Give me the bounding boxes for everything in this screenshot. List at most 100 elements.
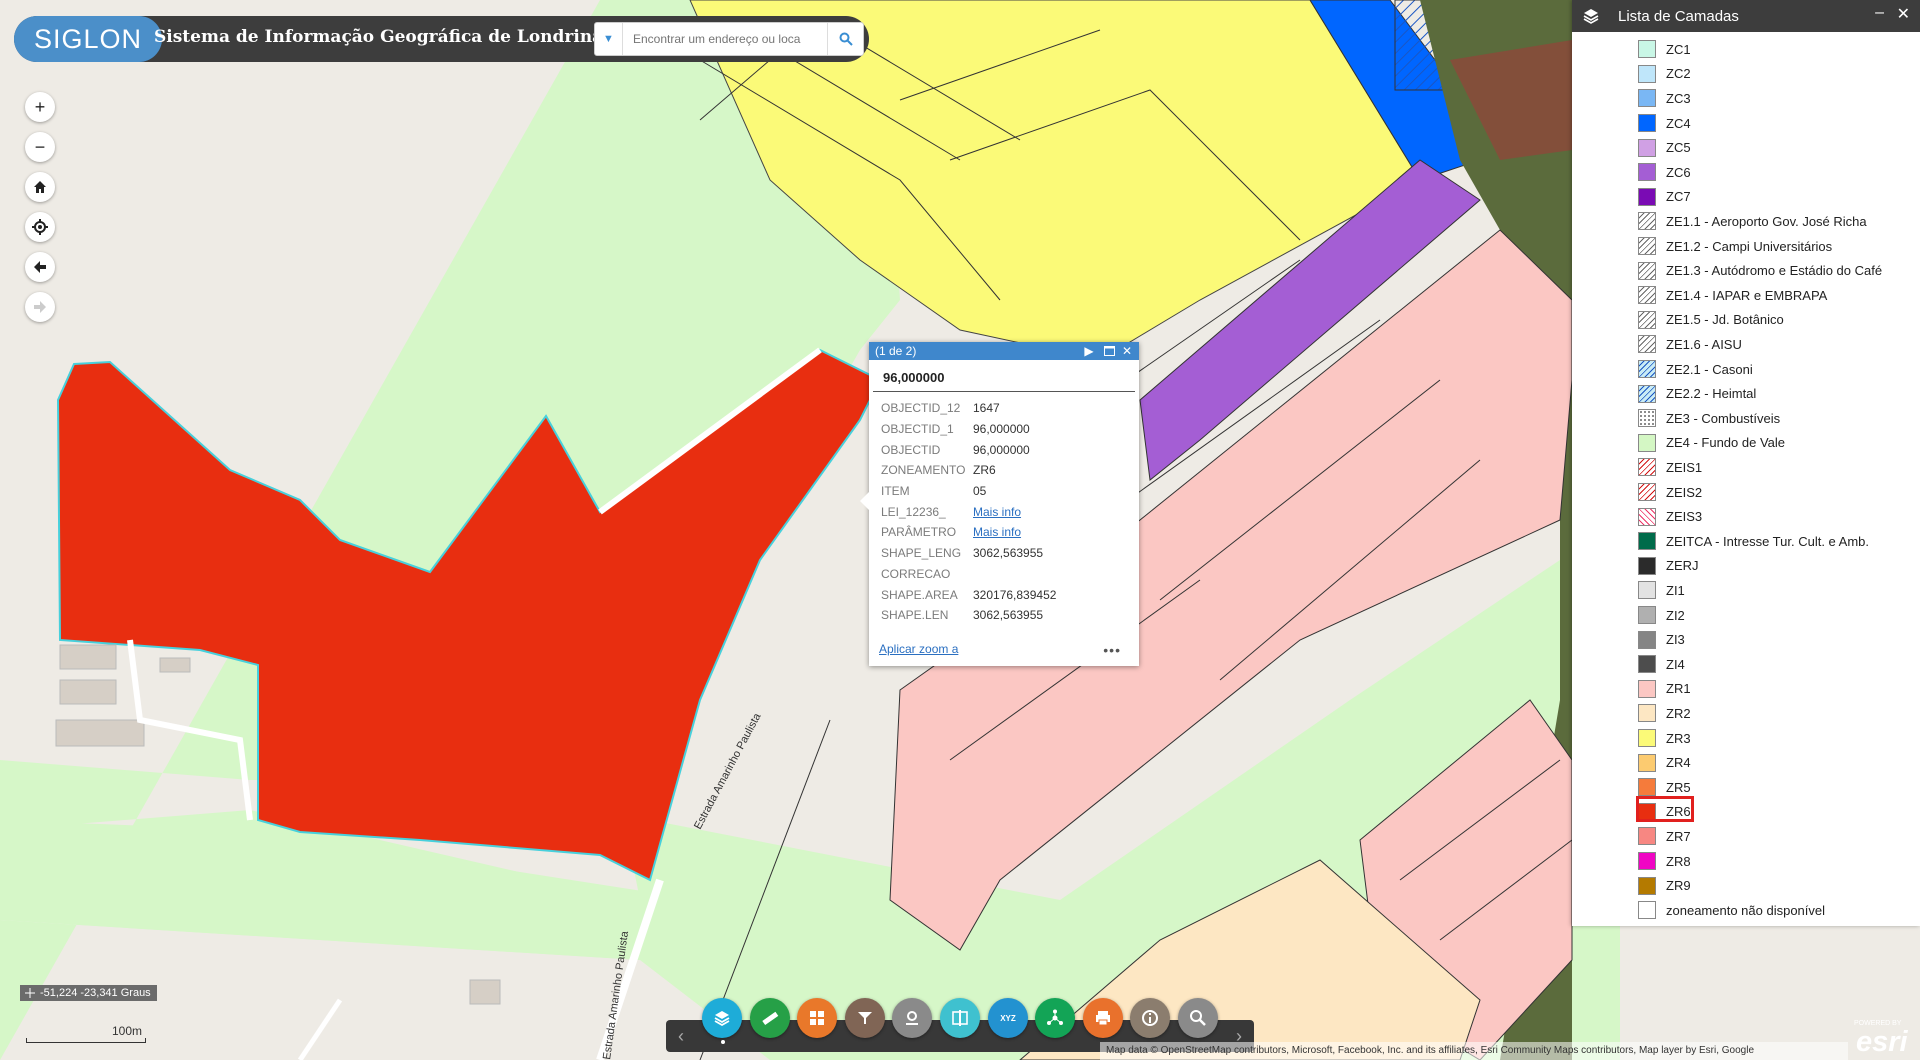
filter-tool[interactable] bbox=[844, 998, 885, 1038]
legend-item[interactable]: ZR2 bbox=[1638, 701, 1691, 726]
legend-swatch bbox=[1638, 581, 1656, 600]
legend-item[interactable]: ZERJ bbox=[1638, 554, 1699, 579]
my-location-button[interactable] bbox=[25, 212, 55, 242]
search-source-dropdown[interactable]: ▼ bbox=[595, 23, 623, 55]
layer-panel-title: Lista de Camadas bbox=[1618, 7, 1739, 25]
legend-item[interactable]: ZE1.3 - Autódromo e Estádio do Café bbox=[1638, 258, 1882, 283]
legend-item[interactable]: ZEIS2 bbox=[1638, 480, 1702, 505]
popup-field-row: SHAPE.LEN 3062,563955 bbox=[881, 605, 1127, 626]
panel-close-button[interactable]: ✕ bbox=[1897, 4, 1910, 24]
measure-tool[interactable] bbox=[749, 998, 790, 1038]
legend-item[interactable]: ZEIS1 bbox=[1638, 455, 1702, 480]
swipe-tool[interactable] bbox=[940, 998, 980, 1038]
field-value: 3062,563955 bbox=[973, 608, 1044, 623]
legend-label: ZEIS1 bbox=[1666, 459, 1703, 475]
legend-label: ZR4 bbox=[1666, 755, 1691, 771]
legend-item[interactable]: ZR9 bbox=[1638, 873, 1691, 898]
legend-item[interactable]: ZE4 - Fundo de Vale bbox=[1638, 431, 1785, 456]
popup-maximize-button[interactable] bbox=[1101, 343, 1117, 359]
legend-swatch bbox=[1638, 261, 1656, 280]
legend-item[interactable]: ZC4 bbox=[1638, 111, 1691, 136]
legend-label: ZE1.4 - IAPAR e EMBRAPA bbox=[1666, 287, 1828, 303]
minimize-icon: – bbox=[1875, 4, 1884, 21]
previous-extent-button[interactable] bbox=[25, 252, 55, 282]
legend-label: ZE1.2 - Campi Universitários bbox=[1666, 238, 1833, 254]
legend-item[interactable]: ZR8 bbox=[1638, 849, 1691, 874]
legend-label: ZE1.1 - Aeroporto Gov. José Richa bbox=[1666, 213, 1867, 229]
field-value: 05 bbox=[973, 484, 987, 499]
home-button[interactable] bbox=[25, 172, 55, 202]
legend-item[interactable]: zoneamento não disponível bbox=[1638, 898, 1825, 923]
legend-item[interactable]: ZR7 bbox=[1638, 824, 1691, 849]
legend-item[interactable]: ZR4 bbox=[1638, 750, 1691, 775]
legend-item[interactable]: ZC5 bbox=[1638, 135, 1691, 160]
legend-label: ZR7 bbox=[1666, 828, 1691, 844]
field-value: 1647 bbox=[973, 401, 1000, 416]
print-tool[interactable] bbox=[1082, 998, 1123, 1038]
search-input[interactable] bbox=[623, 24, 827, 54]
mais-info-link-lei[interactable]: Mais info bbox=[973, 505, 1021, 519]
zoom-in-button[interactable]: + bbox=[25, 92, 55, 122]
legend-item[interactable]: ZC2 bbox=[1638, 62, 1691, 87]
legend-item[interactable]: ZI1 bbox=[1638, 578, 1685, 603]
legend-item[interactable]: ZR3 bbox=[1638, 726, 1691, 751]
popup-field-row: LEI_12236_ Mais info bbox=[881, 501, 1127, 522]
app-root: Estrada Amarinho Paulista Estrada Amarin… bbox=[0, 0, 1920, 1060]
mais-info-link-parametro[interactable]: Mais info bbox=[973, 525, 1021, 539]
legend-item[interactable]: ZE1.2 - Campi Universitários bbox=[1638, 234, 1832, 259]
search-button[interactable] bbox=[827, 23, 863, 55]
legend-item[interactable]: ZEITCA - Intresse Tur. Cult. e Amb. bbox=[1638, 529, 1869, 554]
legend-label: zoneamento não disponível bbox=[1666, 902, 1826, 918]
printer-icon bbox=[1095, 1011, 1110, 1026]
coordinate-tool[interactable]: XYZ bbox=[987, 998, 1028, 1038]
legend-swatch bbox=[1638, 876, 1656, 895]
legend-swatch bbox=[1638, 901, 1656, 920]
popup-next-button[interactable]: ▶ bbox=[1081, 343, 1097, 359]
layer-list-tool[interactable] bbox=[702, 998, 742, 1038]
legend-item[interactable]: ZE1.5 - Jd. Botânico bbox=[1638, 308, 1784, 333]
legend-item[interactable]: ZC3 bbox=[1638, 86, 1691, 111]
popup-field-row: OBJECTID 96,000000 bbox=[881, 439, 1127, 460]
legend-item[interactable]: ZI3 bbox=[1638, 627, 1685, 652]
field-key: OBJECTID bbox=[881, 442, 941, 457]
legend-item[interactable]: ZE2.1 - Casoni bbox=[1638, 357, 1753, 382]
share-tool[interactable] bbox=[1035, 998, 1076, 1038]
query-tool[interactable] bbox=[1178, 998, 1218, 1038]
feature-popup: (1 de 2) ▶ ✕ 96,000000 OBJECTID_12 1647 O… bbox=[860, 342, 1139, 666]
close-icon: ✕ bbox=[1896, 6, 1910, 23]
legend-label: ZEITCA - Intresse Tur. Cult. e Amb. bbox=[1666, 533, 1870, 549]
basemap-gallery-tool[interactable] bbox=[797, 998, 838, 1038]
legend-item[interactable]: ZE1.6 - AISU bbox=[1638, 332, 1742, 357]
legend-item[interactable]: ZE3 - Combustíveis bbox=[1638, 406, 1780, 431]
plus-icon: + bbox=[34, 96, 46, 117]
legend-swatch bbox=[1638, 532, 1656, 551]
zoom-out-button[interactable]: − bbox=[25, 132, 55, 162]
zoom-to-link[interactable]: Aplicar zoom a bbox=[879, 642, 958, 656]
legend-item[interactable]: ZEIS3 bbox=[1638, 504, 1702, 529]
legend-label: ZR3 bbox=[1666, 730, 1691, 746]
legend-item[interactable]: ZC1 bbox=[1638, 37, 1691, 62]
coordinate-readout[interactable]: -51,224 -23,341 Graus bbox=[20, 985, 157, 1001]
legend-label: ZR1 bbox=[1666, 681, 1691, 697]
layers-icon bbox=[1583, 9, 1599, 24]
legend-item[interactable]: ZR1 bbox=[1638, 677, 1691, 702]
legend-item[interactable]: ZC7 bbox=[1638, 185, 1691, 210]
legend-item[interactable]: ZI4 bbox=[1638, 652, 1685, 677]
legend-swatch bbox=[1638, 852, 1656, 871]
field-key: LEI_12236_ bbox=[881, 504, 946, 519]
legend-item[interactable]: ZE1.4 - IAPAR e EMBRAPA bbox=[1638, 283, 1827, 308]
panel-minimize-button[interactable]: – bbox=[1875, 4, 1884, 22]
popup-field-row: OBJECTID_1 96,000000 bbox=[881, 419, 1127, 440]
toolbar-prev-button[interactable]: ‹ bbox=[668, 1020, 694, 1052]
legend-swatch bbox=[1638, 409, 1656, 428]
next-extent-button[interactable] bbox=[25, 292, 55, 322]
legend-label: ZI2 bbox=[1666, 607, 1685, 623]
legend-item[interactable]: ZI2 bbox=[1638, 603, 1685, 628]
popup-field-row: CORRECAO bbox=[881, 564, 1127, 585]
more-actions-button[interactable]: ••• bbox=[1103, 642, 1121, 658]
legend-item[interactable]: ZC6 bbox=[1638, 160, 1691, 185]
svg-text:XYZ: XYZ bbox=[1000, 1014, 1016, 1023]
legend-item[interactable]: ZE1.1 - Aeroporto Gov. José Richa bbox=[1638, 209, 1867, 234]
legend-item[interactable]: ZE2.2 - Heimtal bbox=[1638, 381, 1756, 406]
popup-close-button[interactable]: ✕ bbox=[1119, 343, 1135, 359]
